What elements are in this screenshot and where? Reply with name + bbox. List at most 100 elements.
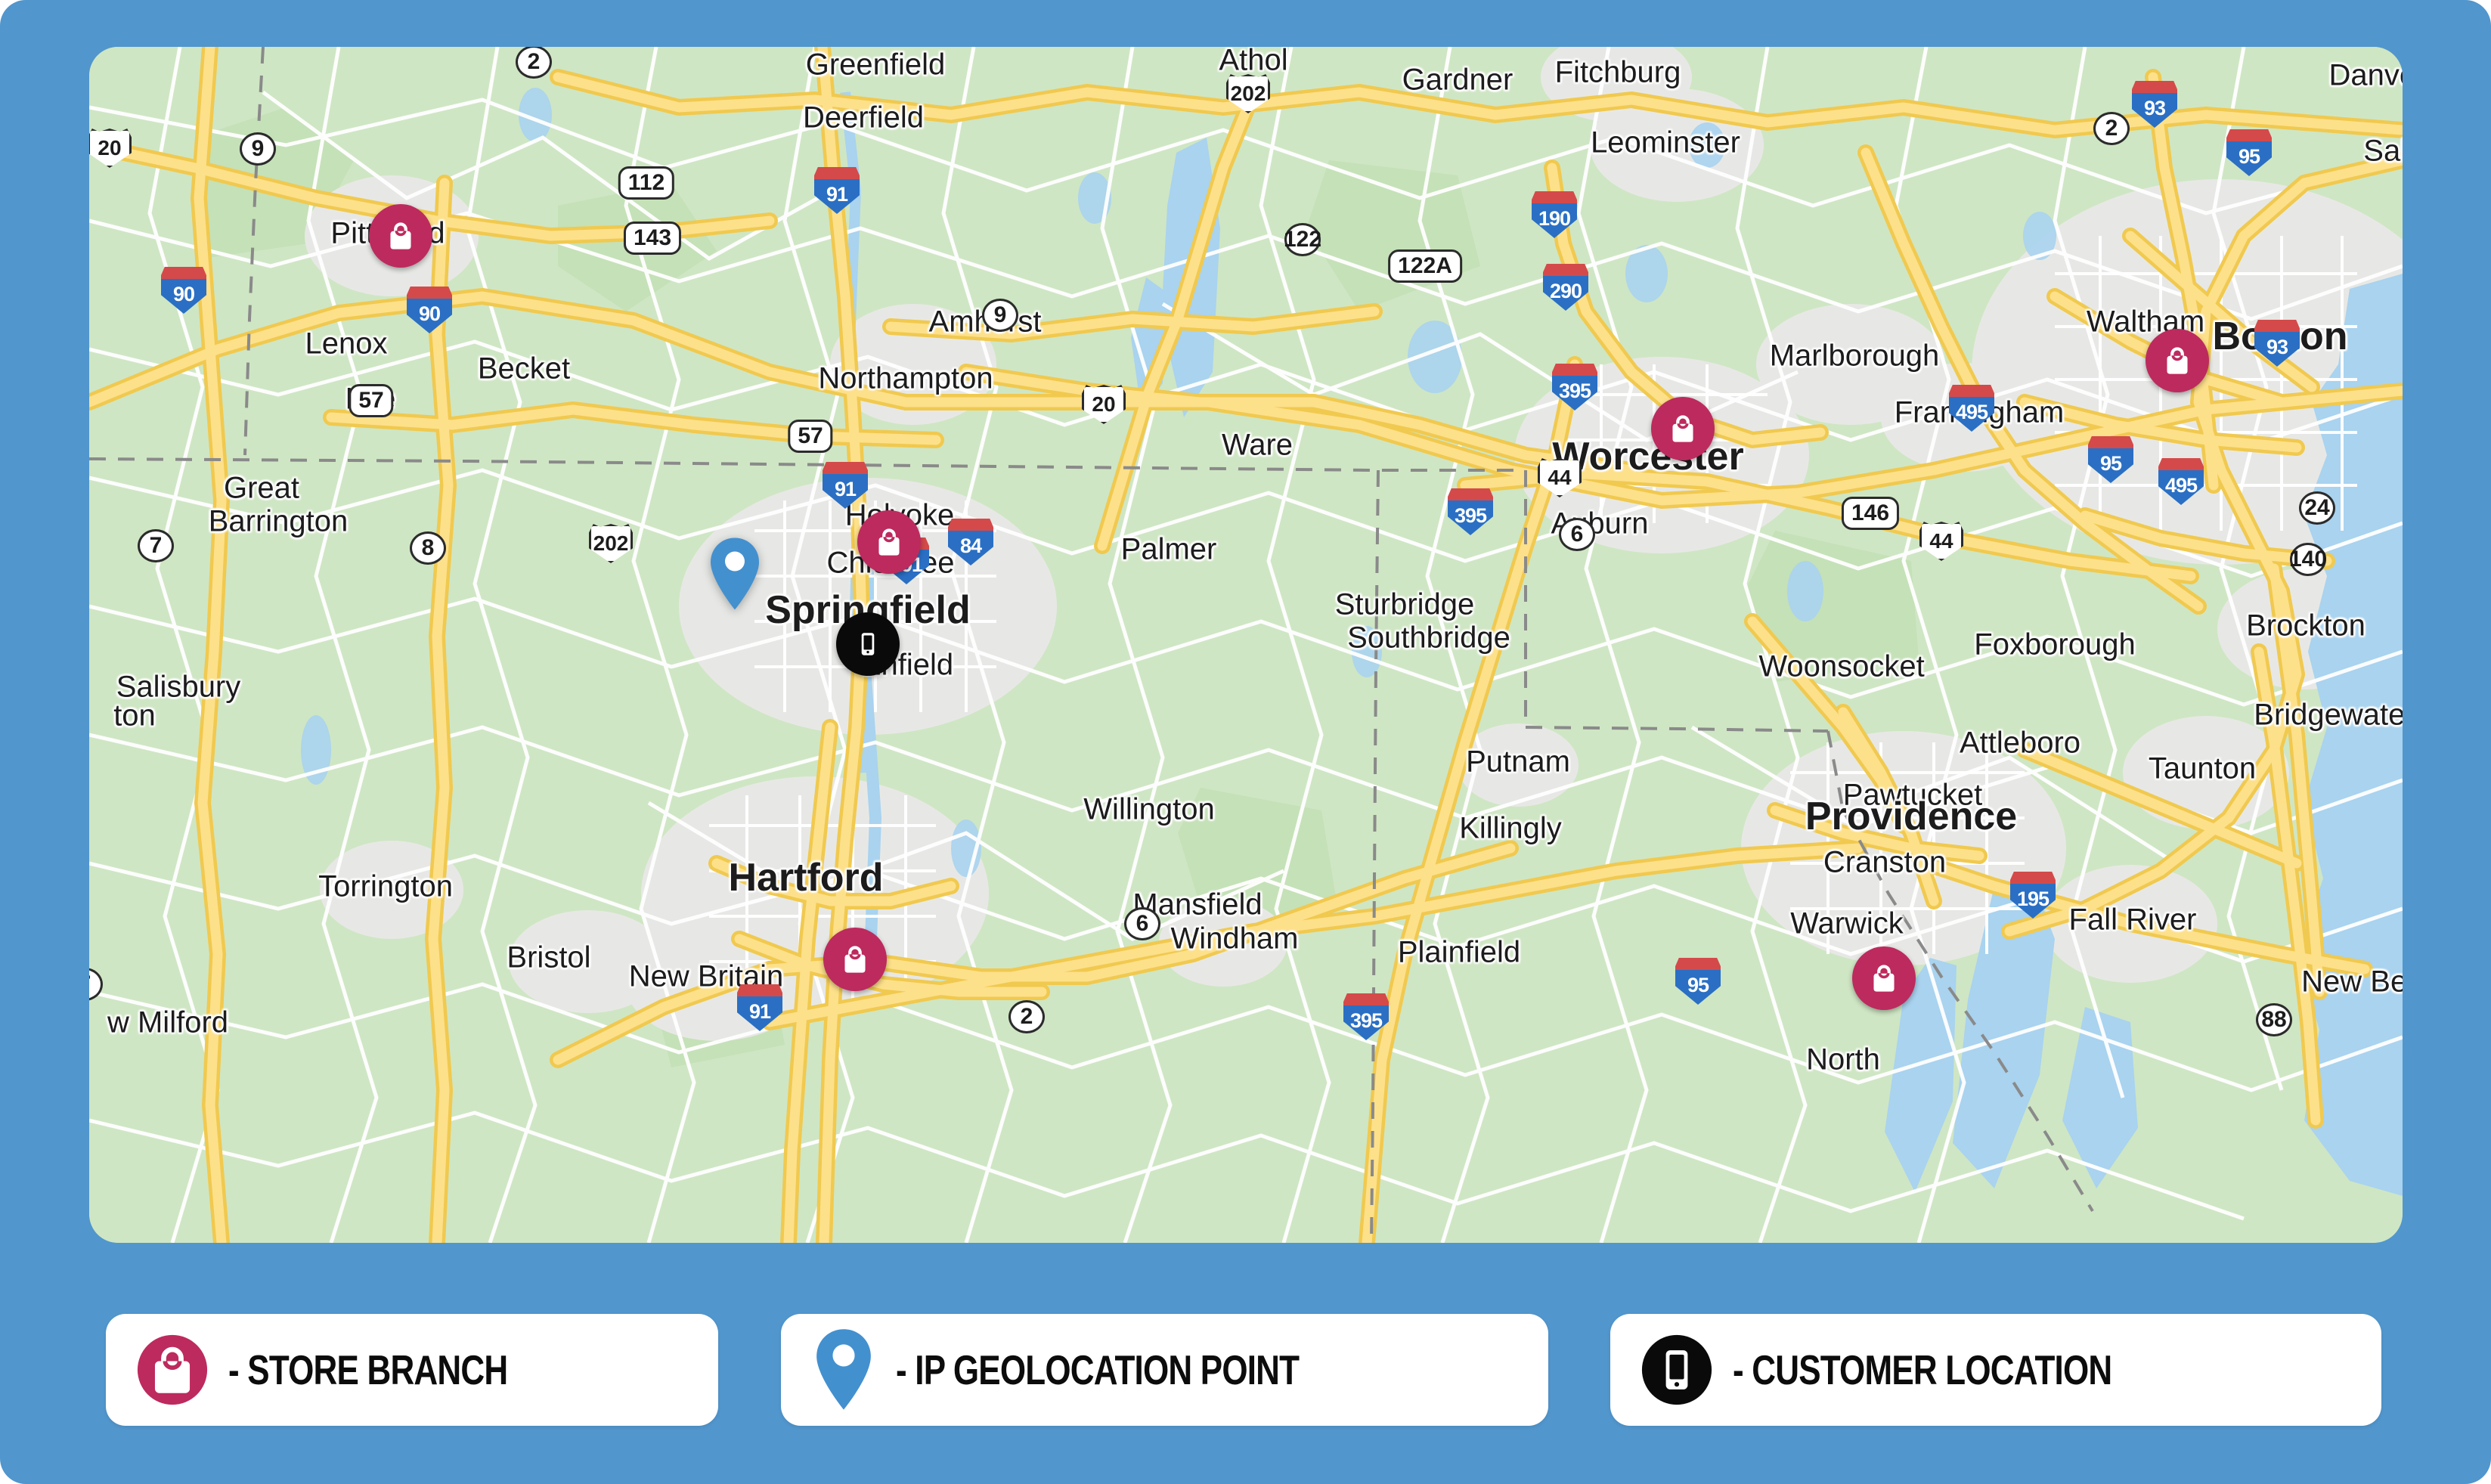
interstate-shield-icon: 395 bbox=[1343, 993, 1389, 1040]
map-label: North bbox=[1806, 1043, 1880, 1077]
map-label: Windham bbox=[1170, 922, 1299, 956]
interstate-shield-icon: 395 bbox=[1552, 364, 1597, 411]
map-label: Fall River bbox=[2068, 903, 2197, 937]
map-label: Brockton bbox=[2246, 609, 2366, 643]
state-route-shield-icon: 140 bbox=[2289, 543, 2327, 576]
map-label: Danvers bbox=[2328, 58, 2403, 92]
map-label: Providence bbox=[1805, 795, 2018, 838]
us-route-shield-icon: 202 bbox=[1226, 74, 1270, 113]
interstate-shield-icon: 495 bbox=[2158, 458, 2204, 505]
store-branch-marker[interactable] bbox=[1852, 946, 1916, 1010]
map-label: Deerfield bbox=[802, 101, 925, 135]
state-route-shield-icon: 2 bbox=[1008, 1000, 1045, 1033]
us-route-shield-icon: 202 bbox=[589, 524, 633, 563]
interstate-shield-icon: 195 bbox=[2010, 872, 2056, 919]
state-route-shield-icon: 57 bbox=[788, 420, 833, 453]
interstate-shield-icon: 95 bbox=[2226, 129, 2272, 176]
interstate-shield-icon: 95 bbox=[1675, 958, 1721, 1005]
state-route-shield-icon: 24 bbox=[2299, 491, 2335, 525]
state-route-shield-icon: 143 bbox=[623, 222, 682, 255]
customer-location-marker[interactable] bbox=[836, 612, 900, 676]
map-label: Bristol bbox=[507, 940, 591, 974]
map-label: Woonsocket bbox=[1758, 649, 1925, 683]
legend-item-ip-geolocation[interactable]: - IP GEOLOCATION POINT bbox=[780, 1314, 1548, 1426]
store-branch-marker[interactable] bbox=[857, 510, 921, 574]
map-label: Fitchburg bbox=[1554, 55, 1681, 89]
map-label: Leominster bbox=[1591, 125, 1740, 160]
us-route-shield-icon: 20 bbox=[1082, 385, 1126, 424]
state-route-shield-icon: 8 bbox=[410, 531, 446, 565]
state-route-shield-icon: 7 bbox=[89, 968, 103, 1001]
state-route-shield-icon: 122 bbox=[1284, 223, 1321, 256]
legend-label-store-branch: - STORE BRANCH bbox=[228, 1346, 508, 1393]
us-route-shield-icon: 44 bbox=[1919, 522, 1963, 561]
shopping-bag-icon bbox=[136, 1334, 209, 1406]
store-branch-marker[interactable] bbox=[2146, 329, 2209, 392]
map-legend: - STORE BRANCH - IP GEOLOCATION POINT - … bbox=[106, 1302, 2381, 1438]
interstate-shield-icon: 91 bbox=[737, 984, 782, 1031]
interstate-shield-icon: 395 bbox=[1448, 488, 1493, 535]
interstate-shield-icon: 93 bbox=[2254, 320, 2300, 367]
us-route-shield-icon: 20 bbox=[89, 129, 132, 168]
app-frame: Greenfield Athol Gardner Fitchburg Danvers De… bbox=[0, 0, 2491, 1484]
map-viewport[interactable]: Greenfield Athol Gardner Fitchburg Danvers De… bbox=[89, 47, 2403, 1243]
map-label: Marlborough bbox=[1769, 339, 1940, 373]
map-label: Athol bbox=[1219, 47, 1288, 77]
interstate-shield-icon: 91 bbox=[823, 462, 868, 509]
map-label: Attleboro bbox=[1959, 726, 2081, 760]
legend-item-customer-location[interactable]: - CUSTOMER LOCATION bbox=[1610, 1314, 2381, 1426]
map-label: Warwick bbox=[1790, 906, 1904, 940]
map-label: Palmer bbox=[1120, 532, 1217, 566]
map-label: Hartford bbox=[728, 856, 884, 900]
map-label: Foxborough bbox=[1974, 627, 2136, 661]
state-route-shield-icon: 88 bbox=[2256, 1003, 2292, 1036]
state-route-shield-icon: 2 bbox=[2093, 112, 2130, 145]
map-label: Becket bbox=[477, 352, 571, 386]
map-label: Greenfield bbox=[805, 48, 946, 82]
map-label: New Bedfo bbox=[2301, 965, 2403, 999]
state-route-shield-icon: 146 bbox=[1841, 497, 1900, 530]
store-branch-marker[interactable] bbox=[369, 204, 432, 268]
map-label: Northampton bbox=[818, 361, 993, 395]
interstate-shield-icon: 91 bbox=[814, 167, 860, 214]
map-label: Willington bbox=[1083, 792, 1215, 826]
interstate-shield-icon: 290 bbox=[1543, 264, 1588, 311]
map-label: Great bbox=[223, 471, 300, 505]
interstate-shield-icon: 95 bbox=[2088, 436, 2133, 483]
map-label: Lenox bbox=[305, 327, 388, 361]
store-branch-marker[interactable] bbox=[823, 928, 887, 991]
store-branch-marker[interactable] bbox=[1651, 397, 1715, 460]
us-route-shield-icon: 44 bbox=[1538, 458, 1582, 497]
map-label: Putnam bbox=[1466, 745, 1570, 779]
state-route-shield-icon: 122A bbox=[1388, 249, 1462, 283]
map-label: Cranston bbox=[1823, 845, 1947, 879]
interstate-shield-icon: 190 bbox=[1532, 191, 1577, 238]
map-label: Salem bbox=[2363, 134, 2403, 168]
map-label: Sturbridge bbox=[1334, 587, 1475, 621]
smartphone-icon bbox=[1641, 1334, 1713, 1406]
map-label: Gardner bbox=[1402, 63, 1513, 97]
state-route-shield-icon: 7 bbox=[138, 529, 174, 562]
map-label: Torrington bbox=[318, 869, 453, 903]
ip-geolocation-marker[interactable] bbox=[708, 537, 762, 616]
state-route-shield-icon: 112 bbox=[618, 166, 675, 200]
legend-label-ip-geolocation: - IP GEOLOCATION POINT bbox=[895, 1346, 1300, 1393]
map-label: w Milford bbox=[107, 1005, 229, 1039]
map-label: Taunton bbox=[2148, 751, 2257, 785]
state-route-shield-icon: 9 bbox=[240, 132, 276, 166]
interstate-shield-icon: 90 bbox=[407, 287, 452, 333]
map-label: Plainfield bbox=[1397, 935, 1521, 969]
legend-label-customer-location: - CUSTOMER LOCATION bbox=[1733, 1346, 2112, 1393]
map-label: Southbridge bbox=[1347, 621, 1510, 655]
map-label: Killingly bbox=[1459, 811, 1562, 845]
state-route-shield-icon: 9 bbox=[982, 299, 1018, 332]
legend-item-store-branch[interactable]: - STORE BRANCH bbox=[106, 1314, 718, 1426]
map-label: Barrington bbox=[208, 504, 349, 538]
map-label: Bridgewater bbox=[2254, 698, 2403, 732]
interstate-shield-icon: 495 bbox=[1949, 385, 1994, 432]
state-route-shield-icon: 6 bbox=[1124, 907, 1160, 940]
map-label: ton bbox=[113, 699, 156, 733]
state-route-shield-icon: 6 bbox=[1559, 518, 1595, 551]
interstate-shield-icon: 93 bbox=[2132, 81, 2177, 128]
interstate-shield-icon: 90 bbox=[161, 267, 206, 314]
